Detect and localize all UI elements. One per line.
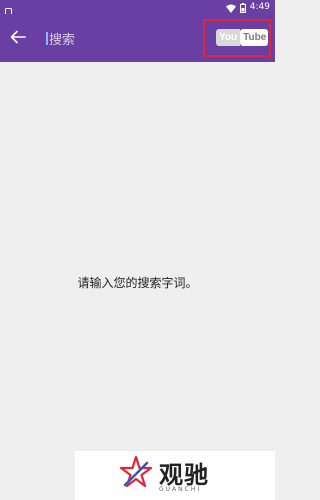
status-icons: 4:49 — [225, 1, 270, 13]
watermark-latin: GUANCHI — [159, 486, 202, 493]
arrow-left-icon — [10, 29, 26, 48]
watermark: 观驰 GUANCHI — [75, 451, 275, 500]
youtube-logo-tube: Tube — [240, 29, 268, 46]
back-button[interactable] — [6, 26, 30, 50]
youtube-logo[interactable]: You Tube — [216, 29, 268, 46]
search-placeholder: 搜索 — [49, 32, 76, 48]
search-input[interactable]: 搜索 — [46, 26, 186, 50]
youtube-logo-you: You — [216, 29, 241, 46]
text-cursor — [46, 31, 48, 45]
status-bar: 4:49 — [0, 0, 275, 17]
star-logo-icon — [119, 455, 153, 495]
watermark-name: 观驰 — [159, 461, 209, 489]
empty-search-message: 请输入您的搜索字词。 — [77, 276, 198, 290]
status-time: 4:49 — [249, 2, 270, 12]
